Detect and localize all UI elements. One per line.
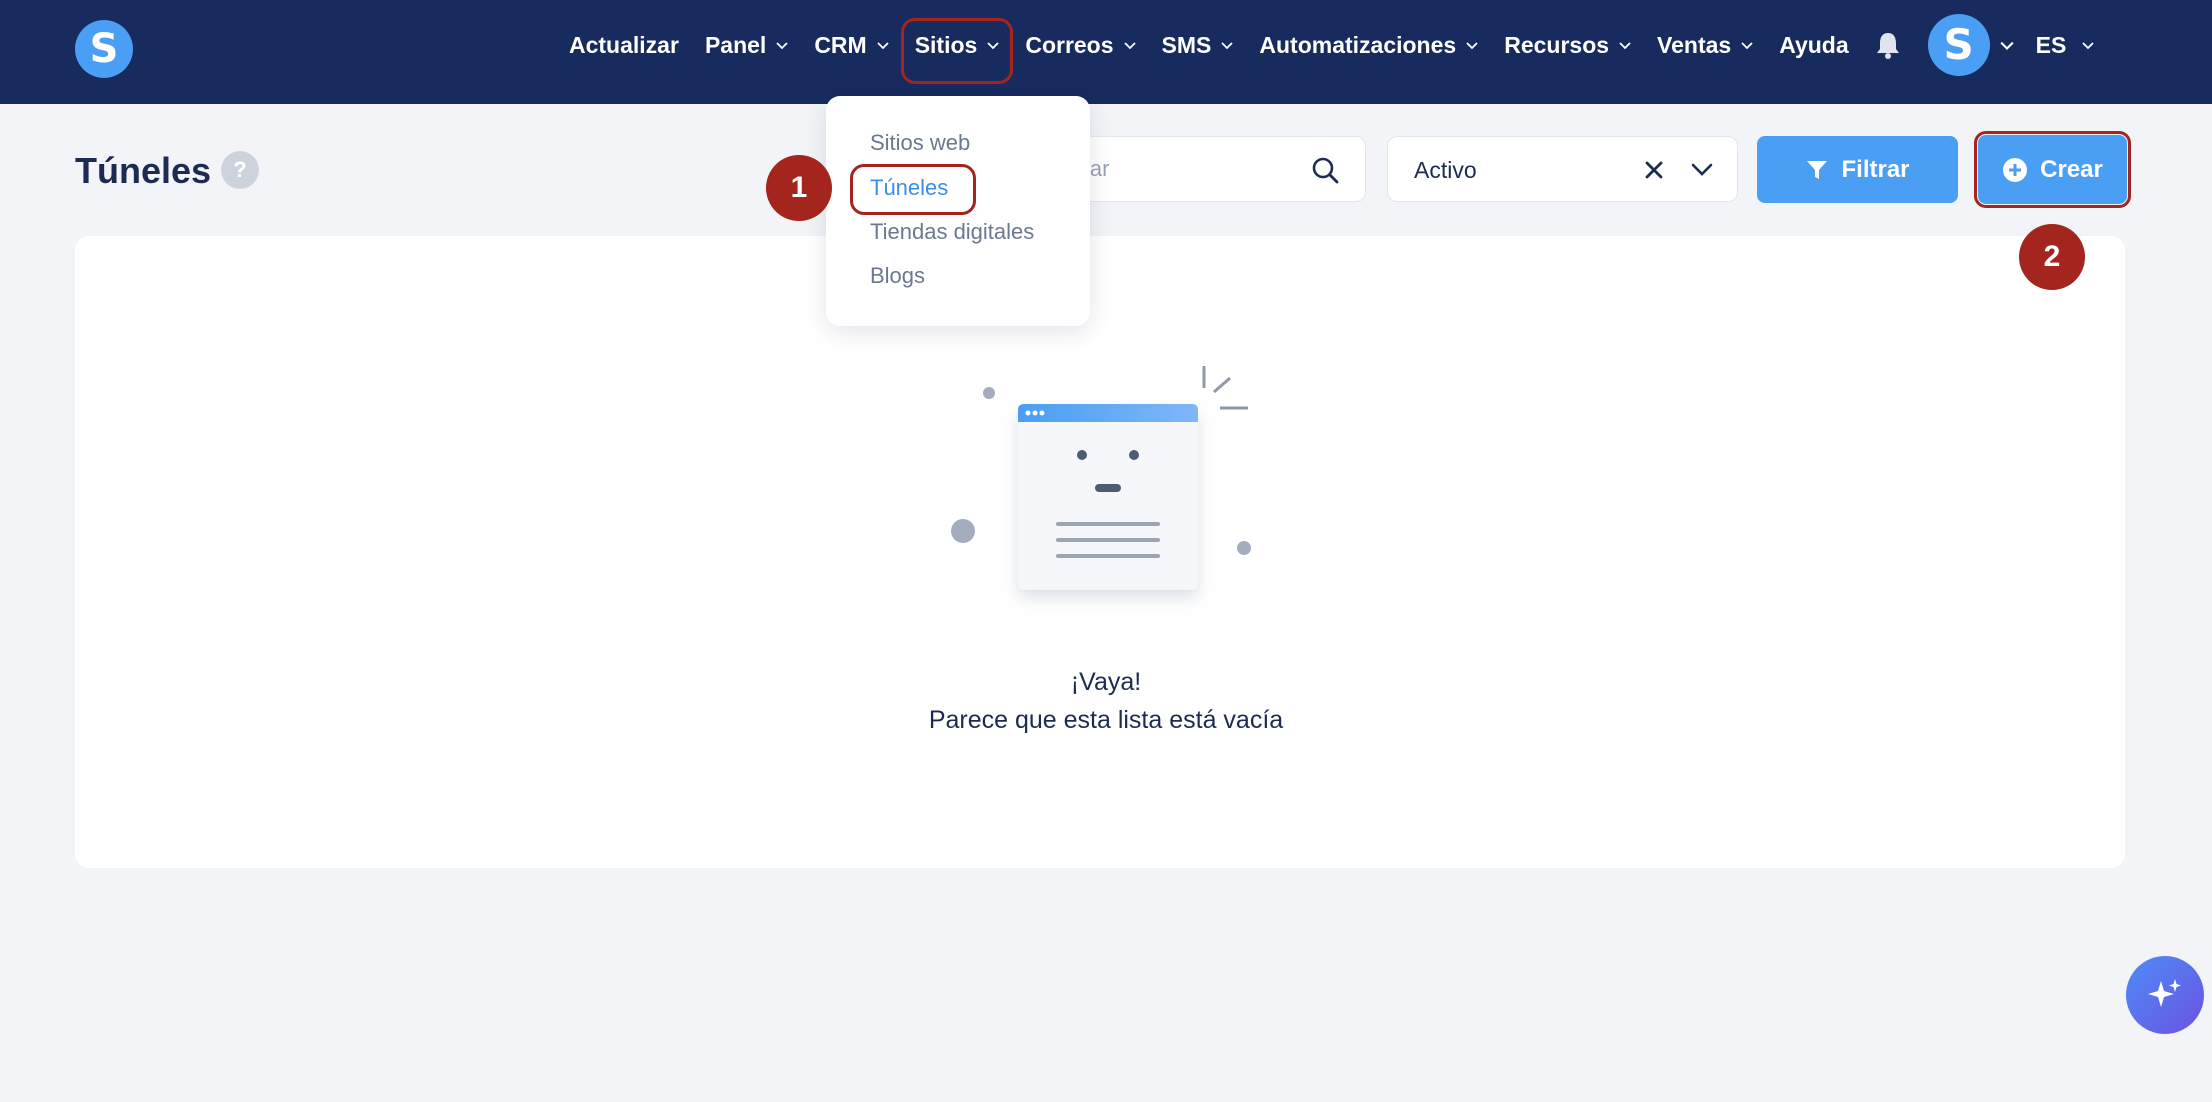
- filter-button-label: Filtrar: [1841, 155, 1910, 183]
- step-badge-2: 2: [2019, 224, 2085, 290]
- nav-item-actualizar[interactable]: Actualizar: [556, 0, 692, 90]
- chevron-down-icon: [1123, 42, 1136, 50]
- create-button-label: Crear: [2040, 155, 2103, 183]
- step-badge-1: 1: [766, 155, 832, 221]
- menu-item-blogs[interactable]: Blogs: [870, 263, 925, 289]
- nav-item-sitios[interactable]: Sitios: [900, 0, 1013, 90]
- nav-item-recursos[interactable]: Recursos: [1491, 0, 1644, 90]
- search-icon[interactable]: [1311, 156, 1339, 184]
- chevron-down-icon: [987, 42, 999, 50]
- nav-item-label: Panel: [704, 31, 767, 58]
- nav-item-label: Correos: [1025, 31, 1114, 58]
- help-icon[interactable]: ?: [221, 151, 259, 189]
- chevron-down-icon: [1619, 42, 1631, 50]
- nav-item-label: Ayuda: [1779, 31, 1849, 58]
- language-label: ES: [2035, 31, 2067, 58]
- nav-item-correos[interactable]: Correos: [1012, 0, 1148, 90]
- plus-circle-icon: [2003, 157, 2028, 182]
- empty-state-subtitle: Parece que esta lista está vacía: [928, 706, 1284, 734]
- nav-item-label: Actualizar: [569, 31, 679, 58]
- close-icon[interactable]: [1643, 159, 1665, 181]
- nav-item-crm[interactable]: CRM: [801, 0, 901, 90]
- nav-item-panel[interactable]: Panel: [692, 0, 801, 90]
- chevron-down-icon[interactable]: [1691, 161, 1713, 179]
- filter-icon: [1807, 160, 1828, 179]
- empty-state-title: ¡Vaya!: [1070, 668, 1142, 696]
- chevron-down-icon: [776, 42, 788, 50]
- chevron-down-icon: [2082, 42, 2094, 50]
- nav-item-label: Ventas: [1657, 31, 1732, 58]
- nav-item-label: Sitios: [914, 31, 978, 58]
- sparkles-icon: [2148, 979, 2181, 1007]
- main-nav: Actualizar Panel CRM Sitios Correos SMS …: [556, 0, 2094, 90]
- nav-item-sms[interactable]: SMS: [1149, 0, 1247, 90]
- nav-item-ventas[interactable]: Ventas: [1644, 0, 1766, 90]
- chevron-down-icon: [1221, 42, 1234, 50]
- menu-item-tiendas-digitales[interactable]: Tiendas digitales: [870, 219, 1034, 245]
- annotation-highlight: [850, 164, 976, 215]
- nav-item-label: CRM: [814, 31, 867, 58]
- logo-icon[interactable]: S: [75, 20, 133, 78]
- chevron-down-icon[interactable]: [2000, 38, 2014, 52]
- chevron-down-icon: [877, 42, 889, 50]
- avatar[interactable]: S: [1927, 14, 1990, 76]
- status-select[interactable]: Activo: [1387, 136, 1738, 202]
- bell-icon[interactable]: [1874, 30, 1904, 60]
- nav-item-label: Automatizaciones: [1259, 31, 1457, 58]
- create-button[interactable]: Crear: [1974, 131, 2131, 208]
- empty-list-illustration-icon: [951, 366, 1251, 590]
- status-select-value: Activo: [1414, 157, 1477, 183]
- page-title: Túneles: [75, 150, 212, 191]
- nav-item-label: Recursos: [1504, 31, 1610, 58]
- language-selector[interactable]: ES: [2036, 0, 2095, 90]
- chevron-down-icon: [1466, 42, 1478, 50]
- filter-button[interactable]: Filtrar: [1757, 136, 1958, 203]
- chevron-down-icon: [1741, 42, 1753, 50]
- top-navbar: S Actualizar Panel CRM Sitios Correos SM…: [0, 0, 2212, 104]
- menu-item-sitios-web[interactable]: Sitios web: [870, 130, 970, 156]
- nav-item-automatizaciones[interactable]: Automatizaciones: [1246, 0, 1491, 90]
- nav-item-label: SMS: [1161, 31, 1212, 58]
- nav-item-ayuda[interactable]: Ayuda: [1766, 0, 1861, 90]
- ai-assistant-button[interactable]: [2126, 956, 2204, 1034]
